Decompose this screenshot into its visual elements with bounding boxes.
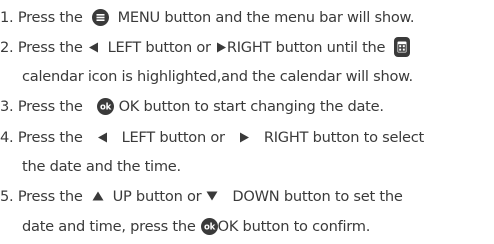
step-4-line2: the date and the time. [22,158,181,175]
svg-text:ok: ok [204,222,216,232]
step-5: 5. Press the UP button or DOWN button to s… [0,187,403,207]
step-3-prefix: 3. Press the [0,98,83,115]
menu-icon [91,8,109,26]
step-5-line2a: date and time, press the [22,218,196,235]
calendar-icon [394,37,411,57]
step-4: 4. Press the LEFT button or RIGHT button t… [0,128,424,148]
step-2-prefix: 2. Press the [0,39,83,56]
down-arrow-icon [206,191,218,201]
step-3-suffix: OK button to start changing the date. [118,98,384,115]
step-2-right-label: RIGHT button until the [226,39,386,56]
step-3: 3. Press the ok OK button to start changin… [0,97,384,117]
right-arrow-icon [216,42,227,53]
left-arrow-icon [97,132,108,143]
step-5-line2b: OK button to confirm. [217,218,371,235]
step-5-prefix: 5. Press the [0,188,83,205]
step-4-prefix: 4. Press the [0,129,83,146]
step-1-suffix: MENU button and the menu bar will show. [117,9,415,26]
step-2: 2. Press the LEFT button or RIGHT button u… [0,37,411,58]
right-arrow-icon [239,132,250,143]
step-4-right-label: RIGHT button to select [263,129,425,146]
step-2-continued: calendar icon is highlighted,and the cal… [22,67,413,87]
up-arrow-icon [92,191,104,201]
step-5-down-label: DOWN button to set the [232,188,403,205]
step-5-continued: date and time, press the ok OK button to c… [22,217,370,237]
svg-text:ok: ok [100,102,112,112]
step-4-left-label: LEFT button or [121,129,226,146]
step-1: 1. Press the MENU button and the menu bar… [0,8,415,28]
left-arrow-icon [88,42,99,53]
ok-icon: ok [200,217,218,235]
step-2-line2: calendar icon is highlighted,and the cal… [22,68,413,85]
step-1-prefix: 1. Press the [0,9,83,26]
ok-icon: ok [96,97,114,115]
step-5-up-label: UP button or [112,188,202,205]
step-2-left-label: LEFT button or [107,39,212,56]
step-4-continued: the date and the time. [22,157,181,177]
